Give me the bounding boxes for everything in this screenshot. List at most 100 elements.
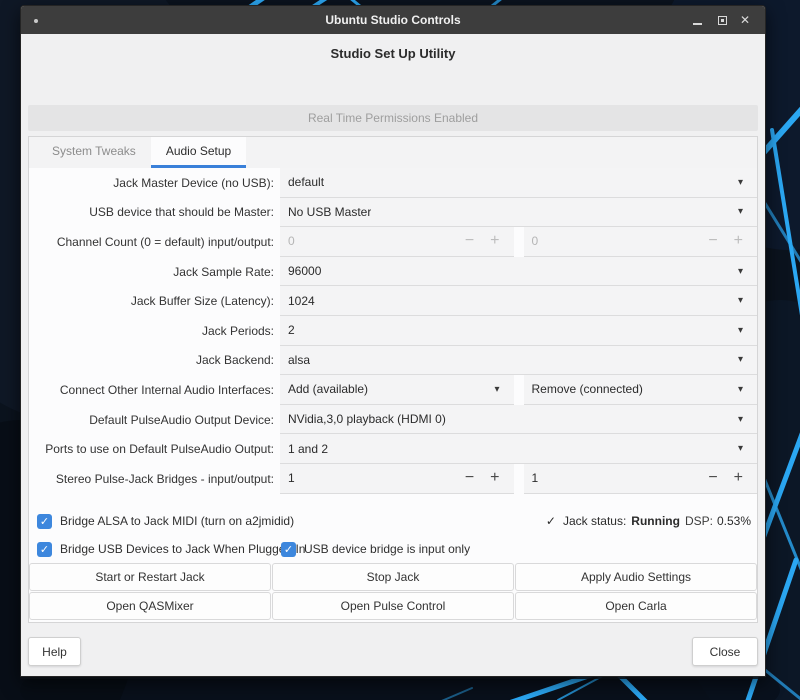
field-label: Stereo Pulse-Jack Bridges - input/output… bbox=[55, 471, 274, 486]
help-button[interactable]: Help bbox=[28, 637, 81, 666]
maximize-button[interactable] bbox=[712, 6, 732, 34]
checkbox-bridge-usb-devices[interactable]: ✓ Bridge USB Devices to Jack When Plugge… bbox=[37, 535, 305, 563]
form-row: Jack Buffer Size (Latency): 1024 ▾ bbox=[29, 286, 757, 316]
spinner-value: 1 bbox=[531, 471, 539, 486]
pulseaudio-output-ports-select[interactable]: 1 and 2 ▾ bbox=[280, 434, 757, 464]
titlebar[interactable]: Ubuntu Studio Controls ✕ bbox=[21, 6, 765, 34]
chevron-down-icon: ▾ bbox=[737, 295, 743, 307]
spinner-value: 1 bbox=[288, 471, 295, 486]
tab-audio-setup[interactable]: Audio Setup bbox=[150, 137, 247, 168]
field-label: Default PulseAudio Output Device: bbox=[89, 412, 274, 427]
field-label: Jack Sample Rate: bbox=[173, 264, 274, 279]
apply-audio-settings-button[interactable]: Apply Audio Settings bbox=[515, 563, 757, 591]
increment-button[interactable]: + bbox=[490, 233, 499, 249]
channel-count-input-spinner[interactable]: 0 − + bbox=[280, 227, 514, 257]
chevron-down-icon: ▾ bbox=[737, 265, 743, 277]
form-row: USB device that should be Master: No USB… bbox=[29, 197, 757, 228]
field-label: Jack Backend: bbox=[195, 353, 274, 368]
tab-system-tweaks[interactable]: System Tweaks bbox=[37, 137, 151, 168]
select-value: alsa bbox=[288, 352, 311, 367]
jack-backend-select[interactable]: alsa ▾ bbox=[280, 345, 757, 376]
field-label: Ports to use on Default PulseAudio Outpu… bbox=[45, 442, 274, 457]
minimize-icon bbox=[692, 22, 702, 25]
select-value: 1024 bbox=[288, 293, 315, 308]
checkbox-checked-icon: ✓ bbox=[37, 513, 52, 529]
pulse-jack-bridges-input-spinner[interactable]: 1 − + bbox=[280, 463, 514, 494]
select-value: default bbox=[288, 175, 325, 190]
form-row: Jack Backend: alsa ▾ bbox=[29, 345, 757, 376]
jack-master-device-select[interactable]: default ▾ bbox=[280, 168, 757, 198]
field-label: USB device that should be Master: bbox=[89, 205, 274, 220]
realtime-permissions-banner: Real Time Permissions Enabled bbox=[28, 105, 758, 131]
chevron-down-icon: ▾ bbox=[737, 413, 743, 425]
remove-interface-select[interactable]: Remove (connected) ▾ bbox=[523, 375, 757, 405]
window-title: Ubuntu Studio Controls bbox=[325, 13, 461, 27]
maximize-icon bbox=[717, 15, 727, 25]
tab-bar: System Tweaks Audio Setup bbox=[29, 137, 757, 168]
ubuntu-studio-controls-window: Ubuntu Studio Controls ✕ Studio Set Up U… bbox=[20, 5, 766, 677]
select-value: NVidia,3,0 playback (HDMI 0) bbox=[288, 412, 446, 427]
decrement-button[interactable]: − bbox=[708, 470, 717, 486]
pulseaudio-output-device-select[interactable]: NVidia,3,0 playback (HDMI 0) ▾ bbox=[280, 404, 757, 435]
open-carla-button[interactable]: Open Carla bbox=[515, 592, 757, 620]
jack-status-value: Running bbox=[631, 514, 680, 528]
form-row: Jack Master Device (no USB): default ▾ bbox=[29, 168, 757, 198]
tab-panel: System Tweaks Audio Setup Jack Master De… bbox=[28, 136, 758, 623]
start-restart-jack-button[interactable]: Start or Restart Jack bbox=[29, 563, 271, 591]
form-row: Jack Sample Rate: 96000 ▾ bbox=[29, 256, 757, 287]
select-value: 2 bbox=[288, 323, 295, 338]
page-title: Studio Set Up Utility bbox=[330, 46, 456, 61]
decrement-button[interactable]: − bbox=[465, 470, 474, 486]
form-row: Channel Count (0 = default) input/output… bbox=[29, 227, 757, 257]
chevron-down-icon: ▾ bbox=[737, 324, 743, 336]
chevron-down-icon: ▾ bbox=[737, 383, 743, 395]
increment-button[interactable]: + bbox=[734, 470, 743, 486]
spinner-value: 0 bbox=[288, 234, 295, 249]
field-label: Channel Count (0 = default) input/output… bbox=[56, 234, 274, 249]
form-row: Default PulseAudio Output Device: NVidia… bbox=[29, 404, 757, 435]
checkbox-checked-icon: ✓ bbox=[37, 541, 52, 557]
minimize-button[interactable] bbox=[687, 6, 707, 34]
channel-count-output-spinner[interactable]: 0 − + bbox=[523, 227, 757, 257]
form-row: Stereo Pulse-Jack Bridges - input/output… bbox=[29, 463, 757, 494]
select-value: No USB Master bbox=[288, 204, 372, 219]
open-qasmixer-button[interactable]: Open QASMixer bbox=[29, 592, 271, 620]
open-pulse-control-button[interactable]: Open Pulse Control bbox=[272, 592, 514, 620]
increment-button[interactable]: + bbox=[734, 233, 743, 249]
chevron-down-icon: ▾ bbox=[494, 383, 500, 395]
jack-sample-rate-select[interactable]: 96000 ▾ bbox=[280, 256, 757, 287]
select-value: 1 and 2 bbox=[288, 441, 329, 456]
stop-jack-button[interactable]: Stop Jack bbox=[272, 563, 514, 591]
select-value: 96000 bbox=[288, 264, 322, 279]
pulse-jack-bridges-output-spinner[interactable]: 1 − + bbox=[523, 463, 757, 494]
jack-status: ✓ Jack status: Running DSP: 0.53% bbox=[545, 514, 751, 528]
usb-master-device-select[interactable]: No USB Master ▾ bbox=[280, 197, 757, 228]
close-button[interactable]: Close bbox=[692, 637, 758, 666]
decrement-button[interactable]: − bbox=[708, 233, 717, 249]
chevron-down-icon: ▾ bbox=[737, 354, 743, 366]
chevron-down-icon: ▾ bbox=[737, 206, 743, 218]
field-label: Jack Periods: bbox=[201, 323, 274, 338]
checkbox-usb-bridge-input-only[interactable]: ✓ USB device bridge is input only bbox=[281, 535, 470, 563]
dsp-value: 0.53% bbox=[716, 514, 751, 528]
select-value: Add (available) bbox=[288, 382, 369, 397]
close-window-button[interactable]: ✕ bbox=[735, 6, 755, 34]
select-value: Remove (connected) bbox=[531, 382, 643, 397]
increment-button[interactable]: + bbox=[490, 470, 499, 486]
form-row: Connect Other Internal Audio Interfaces:… bbox=[29, 375, 757, 405]
checkbox-bridge-alsa-midi[interactable]: ✓ Bridge ALSA to Jack MIDI (turn on a2jm… bbox=[37, 507, 294, 535]
form-row: Jack Periods: 2 ▾ bbox=[29, 315, 757, 346]
checkbox-checked-icon: ✓ bbox=[281, 541, 296, 557]
chevron-down-icon: ▾ bbox=[737, 176, 743, 188]
jack-periods-select[interactable]: 2 ▾ bbox=[280, 315, 757, 346]
field-label: Connect Other Internal Audio Interfaces: bbox=[59, 382, 274, 397]
check-icon: ✓ bbox=[545, 514, 556, 528]
chevron-down-icon: ▾ bbox=[737, 443, 743, 455]
checkbox-section: ✓ Bridge ALSA to Jack MIDI (turn on a2jm… bbox=[29, 507, 757, 563]
action-button-grid: Start or Restart Jack Stop Jack Apply Au… bbox=[29, 563, 757, 620]
audio-setup-form: Jack Master Device (no USB): default ▾ U… bbox=[29, 168, 757, 494]
decrement-button[interactable]: − bbox=[465, 233, 474, 249]
field-label: Jack Master Device (no USB): bbox=[113, 175, 274, 190]
jack-buffer-size-select[interactable]: 1024 ▾ bbox=[280, 286, 757, 316]
add-interface-select[interactable]: Add (available) ▾ bbox=[280, 375, 514, 405]
